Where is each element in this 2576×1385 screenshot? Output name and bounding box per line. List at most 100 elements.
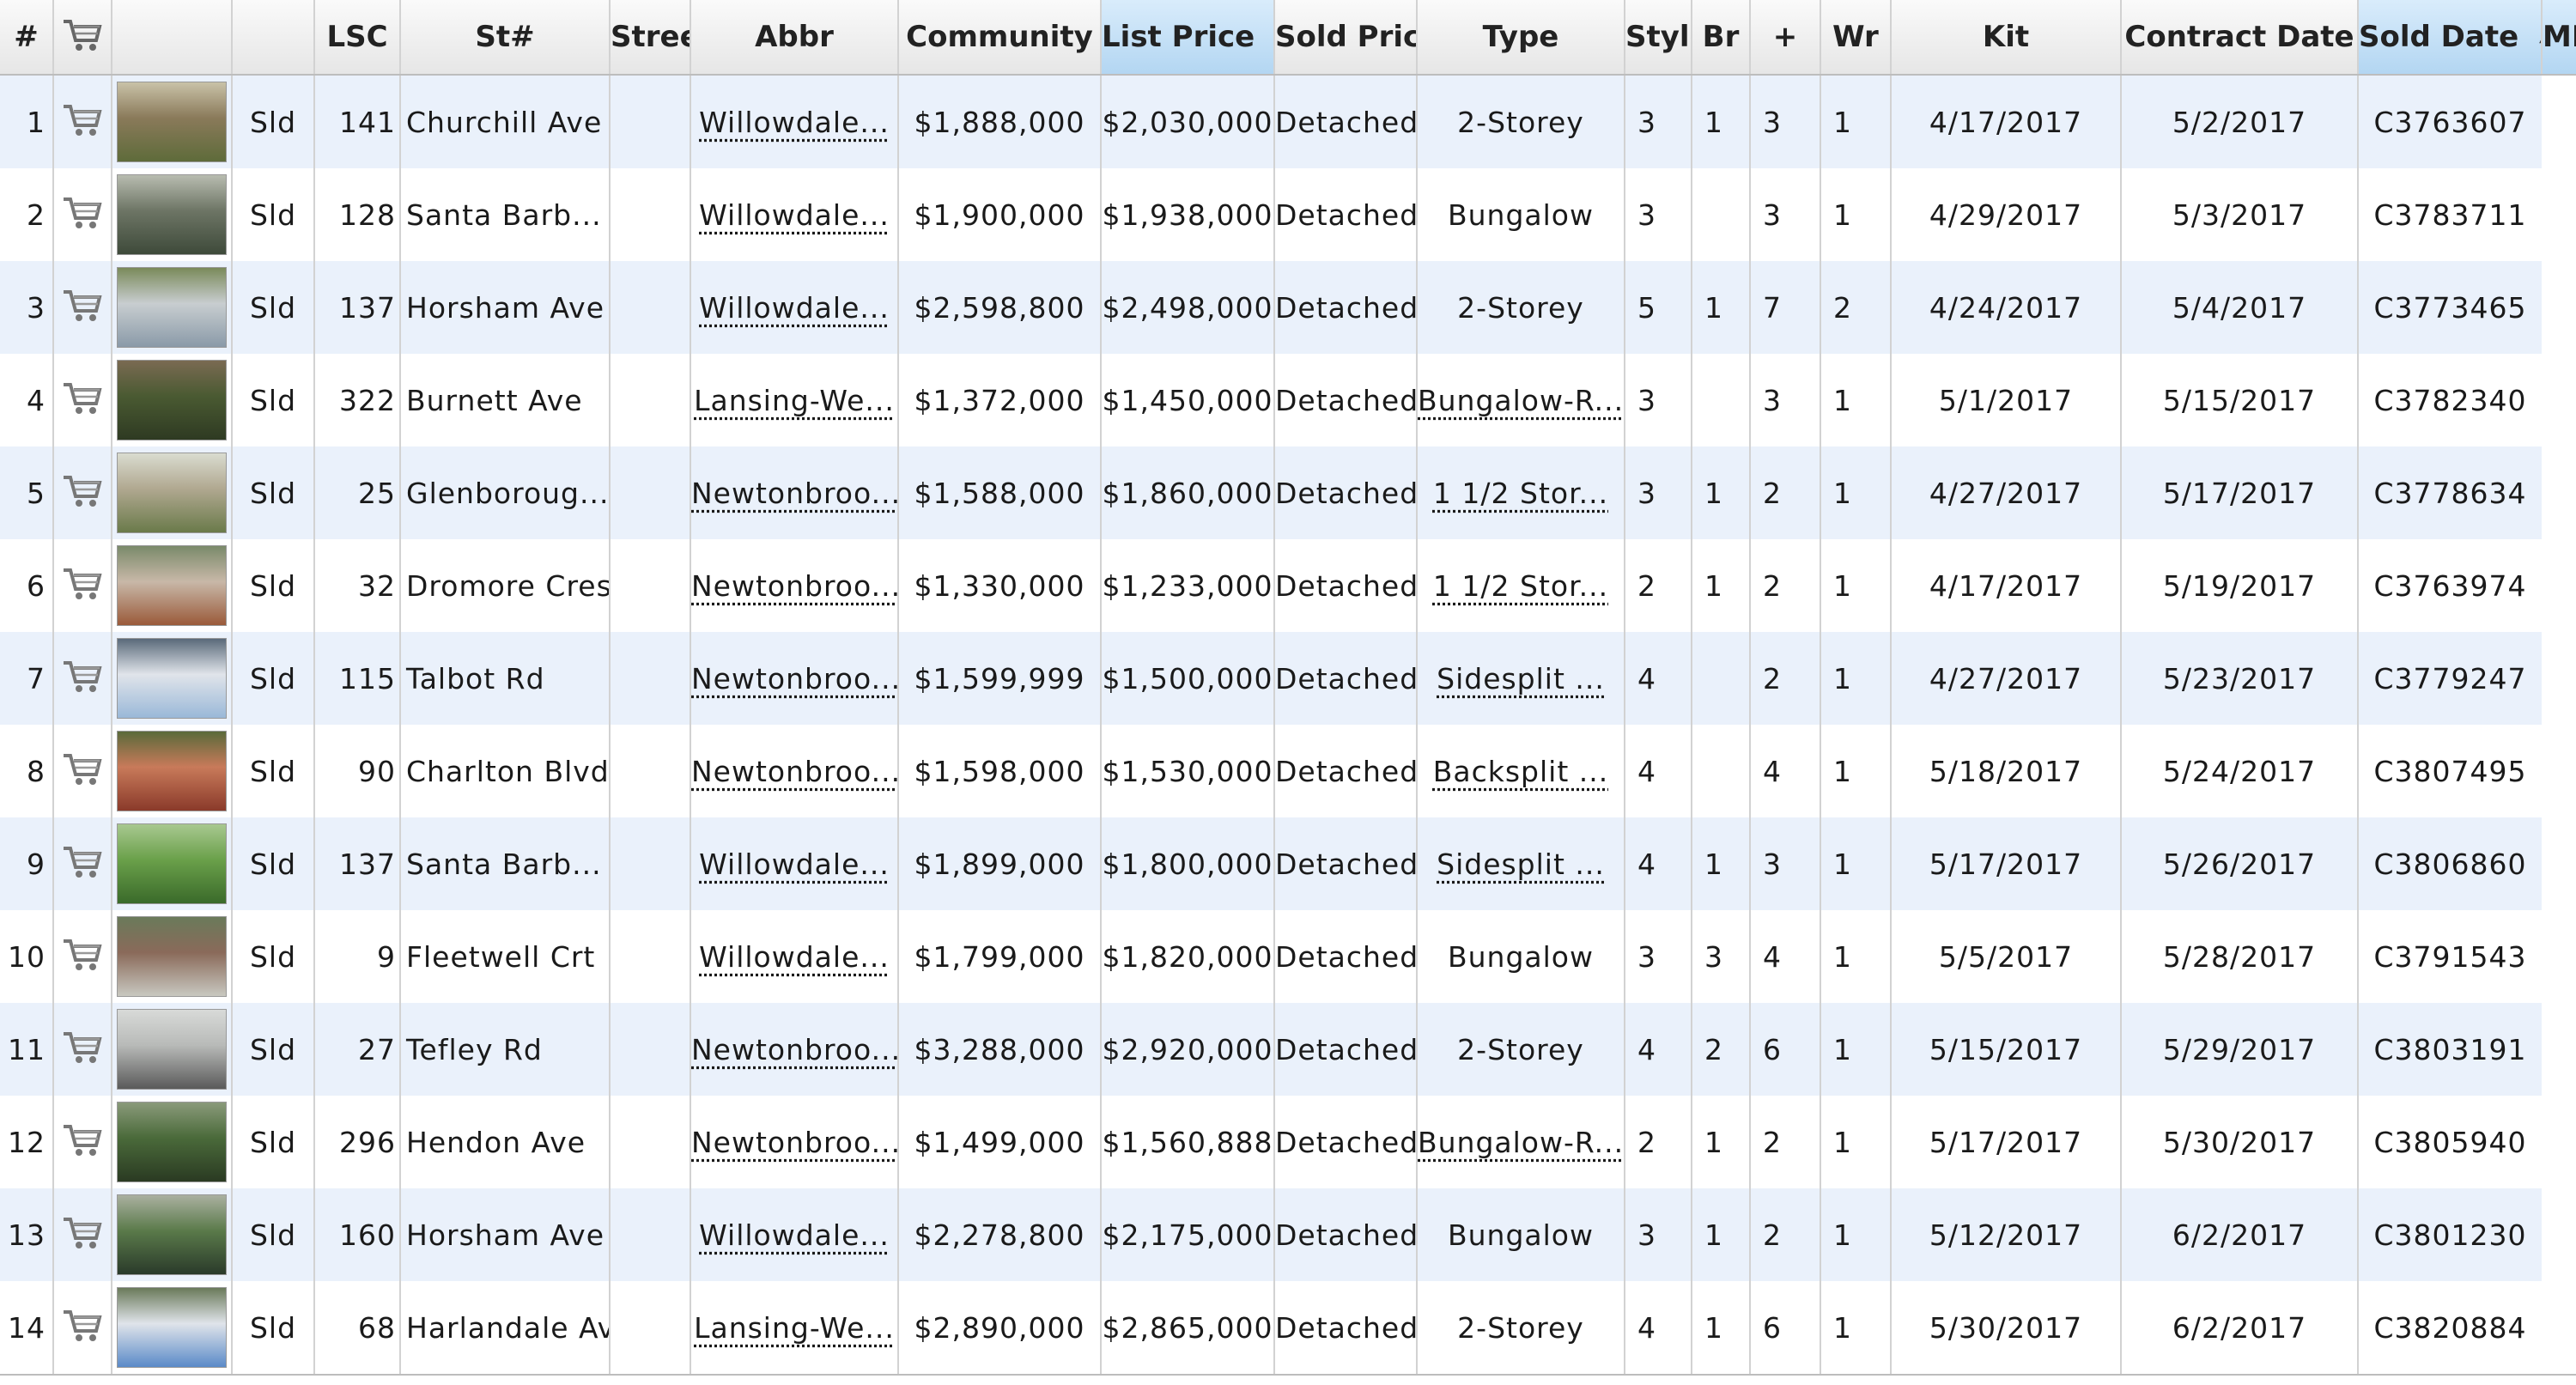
style-link[interactable]: 1 1/2 Stor... <box>1433 477 1608 510</box>
table-row[interactable]: 2Sld128Santa Barb... RdWillowdale...$1,9… <box>0 168 2576 261</box>
add-to-cart-icon[interactable] <box>60 1211 105 1259</box>
col-header-kitchens[interactable]: Kit <box>1891 0 2122 76</box>
add-to-cart-icon[interactable] <box>60 654 105 702</box>
col-header-contract-date[interactable]: Contract Date <box>2121 0 2359 76</box>
abbr-cell <box>610 1281 691 1374</box>
community-link[interactable]: Newtonbroo... <box>691 662 896 696</box>
col-header-style[interactable]: Style <box>1625 0 1692 76</box>
table-row[interactable]: 5Sld25Glenboroug... CresNewtonbroo...$1,… <box>0 446 2576 539</box>
property-thumbnail[interactable] <box>117 1009 227 1090</box>
col-header-plus[interactable]: + <box>1750 0 1821 76</box>
table-row[interactable]: 7 Sld 115 Talbot Rd Newtonbroo... $1,599,999 $… <box>0 632 2576 725</box>
col-header-street-number[interactable]: St# <box>400 0 611 76</box>
property-thumbnail[interactable] <box>117 545 227 626</box>
photo-cell <box>112 1188 233 1281</box>
abbr-cell <box>610 910 691 1003</box>
property-thumbnail[interactable] <box>117 731 227 811</box>
col-header-blank[interactable] <box>232 0 315 76</box>
community-link[interactable]: Newtonbroo... <box>691 569 896 603</box>
table-row[interactable]: 13 Sld 160 Horsham Ave Willowdale... $2,278,8… <box>0 1188 2576 1281</box>
photo-cell <box>112 168 233 261</box>
property-thumbnail[interactable] <box>117 174 227 255</box>
table-row[interactable]: 11 Sld 27 Tefley Rd Newtonbroo... $3,288,000 $… <box>0 1003 2576 1096</box>
property-thumbnail[interactable] <box>117 360 227 440</box>
list-price-cell: $1,588,000 <box>898 446 1102 539</box>
col-header-abbr[interactable]: Abbr <box>690 0 899 76</box>
community-link[interactable]: Newtonbroo... <box>691 1033 896 1066</box>
property-thumbnail[interactable] <box>117 1102 227 1182</box>
property-thumbnail[interactable] <box>117 82 227 162</box>
community-link[interactable]: Willowdale... <box>699 106 890 139</box>
col-header-washrooms[interactable]: Wr <box>1820 0 1892 76</box>
plus-cell: 1 <box>1692 817 1751 910</box>
col-header-lsc[interactable]: LSC <box>314 0 401 76</box>
col-header-photo[interactable] <box>112 0 233 76</box>
washrooms-cell: 2 <box>1750 539 1821 632</box>
table-row[interactable]: 8 Sld 90 Charlton Blvd Newtonbroo... $1,598,0… <box>0 725 2576 817</box>
col-header-mls[interactable]: MLS# <box>2542 0 2576 76</box>
style-cell: Bungalow <box>1417 910 1625 1003</box>
community-link[interactable]: Lansing-We... <box>694 1311 895 1345</box>
community-link[interactable]: Newtonbroo... <box>691 477 896 510</box>
cart-cell <box>53 1281 112 1374</box>
add-to-cart-icon[interactable] <box>60 469 105 517</box>
style-cell: Sidesplit ... <box>1417 817 1625 910</box>
table-row[interactable]: 3 Sld 137 Horsham Ave Willowdale... $2,598,80… <box>0 261 2576 354</box>
property-thumbnail[interactable] <box>117 638 227 719</box>
style-link[interactable]: Sidesplit ... <box>1437 662 1605 696</box>
property-thumbnail[interactable] <box>117 823 227 904</box>
community-link[interactable]: Willowdale... <box>699 198 890 232</box>
add-to-cart-icon[interactable] <box>60 191 105 239</box>
property-thumbnail[interactable] <box>117 916 227 997</box>
table-row[interactable]: 9Sld137Santa Barb... RdWillowdale...$1,8… <box>0 817 2576 910</box>
sold-price-cell: $2,030,000 <box>1101 75 1275 168</box>
add-to-cart-icon[interactable] <box>60 1303 105 1352</box>
property-thumbnail[interactable] <box>117 1287 227 1368</box>
table-row[interactable]: 10 Sld 9 Fleetwell Crt Willowdale... $1,799,0… <box>0 910 2576 1003</box>
community-link[interactable]: Willowdale... <box>699 847 890 881</box>
kitchens-cell: 1 <box>1820 1188 1892 1281</box>
table-row[interactable]: 1 Sld 141 Churchill Ave Willowdale... $1,888,… <box>0 75 2576 168</box>
add-to-cart-icon[interactable] <box>60 1025 105 1073</box>
col-header-cart[interactable] <box>53 0 112 76</box>
community-link[interactable]: Newtonbroo... <box>691 1126 896 1159</box>
table-row[interactable]: 12 Sld 296 Hendon Ave Newtonbroo... $1,499,00… <box>0 1096 2576 1188</box>
contract-date-cell: 5/17/2017 <box>1891 1096 2122 1188</box>
list-price-cell: $3,288,000 <box>898 1003 1102 1096</box>
style-link[interactable]: Bungalow-R... <box>1418 384 1623 417</box>
add-to-cart-icon[interactable] <box>60 1118 105 1166</box>
add-to-cart-icon[interactable] <box>60 747 105 795</box>
table-row[interactable]: 14Sld68Harlandale AveLansing-We...$2,890… <box>0 1281 2576 1374</box>
row-number: 12 <box>0 1096 54 1188</box>
col-header-street-name[interactable]: Street Name <box>610 0 691 76</box>
add-to-cart-icon[interactable] <box>60 376 105 424</box>
community-link[interactable]: Willowdale... <box>699 1218 890 1252</box>
col-header-list-price[interactable]: List Price▲ <box>1101 0 1275 76</box>
add-to-cart-icon[interactable] <box>60 98 105 146</box>
style-link[interactable]: Bungalow-R... <box>1418 1126 1623 1159</box>
add-to-cart-icon[interactable] <box>60 840 105 888</box>
community-link[interactable]: Newtonbroo... <box>691 755 896 788</box>
cart-cell <box>53 725 112 817</box>
add-to-cart-icon[interactable] <box>60 283 105 331</box>
property-thumbnail[interactable] <box>117 453 227 533</box>
community-link[interactable]: Willowdale... <box>699 291 890 325</box>
community-link[interactable]: Lansing-We... <box>694 384 895 417</box>
photo-cell <box>112 632 233 725</box>
property-thumbnail[interactable] <box>117 267 227 348</box>
col-header-type[interactable]: Type <box>1417 0 1625 76</box>
col-header-sold-price[interactable]: Sold Price <box>1274 0 1418 76</box>
table-row[interactable]: 6 Sld 32 Dromore Cres Newtonbroo... $1,330,00… <box>0 539 2576 632</box>
add-to-cart-icon[interactable] <box>60 932 105 981</box>
col-header-row-number[interactable]: # <box>0 0 54 76</box>
add-to-cart-icon[interactable] <box>60 562 105 610</box>
col-header-bedrooms[interactable]: Br <box>1692 0 1751 76</box>
table-row[interactable]: 4 Sld 322 Burnett Ave Lansing-We... $1,372,00… <box>0 354 2576 446</box>
style-link[interactable]: Sidesplit ... <box>1437 847 1605 881</box>
col-header-community[interactable]: Community <box>898 0 1102 76</box>
property-thumbnail[interactable] <box>117 1194 227 1275</box>
style-link[interactable]: Backsplit ... <box>1433 755 1609 788</box>
community-link[interactable]: Willowdale... <box>699 940 890 974</box>
col-header-sold-date[interactable]: Sold Date▲ <box>2358 0 2543 76</box>
style-link[interactable]: 1 1/2 Stor... <box>1433 569 1608 603</box>
